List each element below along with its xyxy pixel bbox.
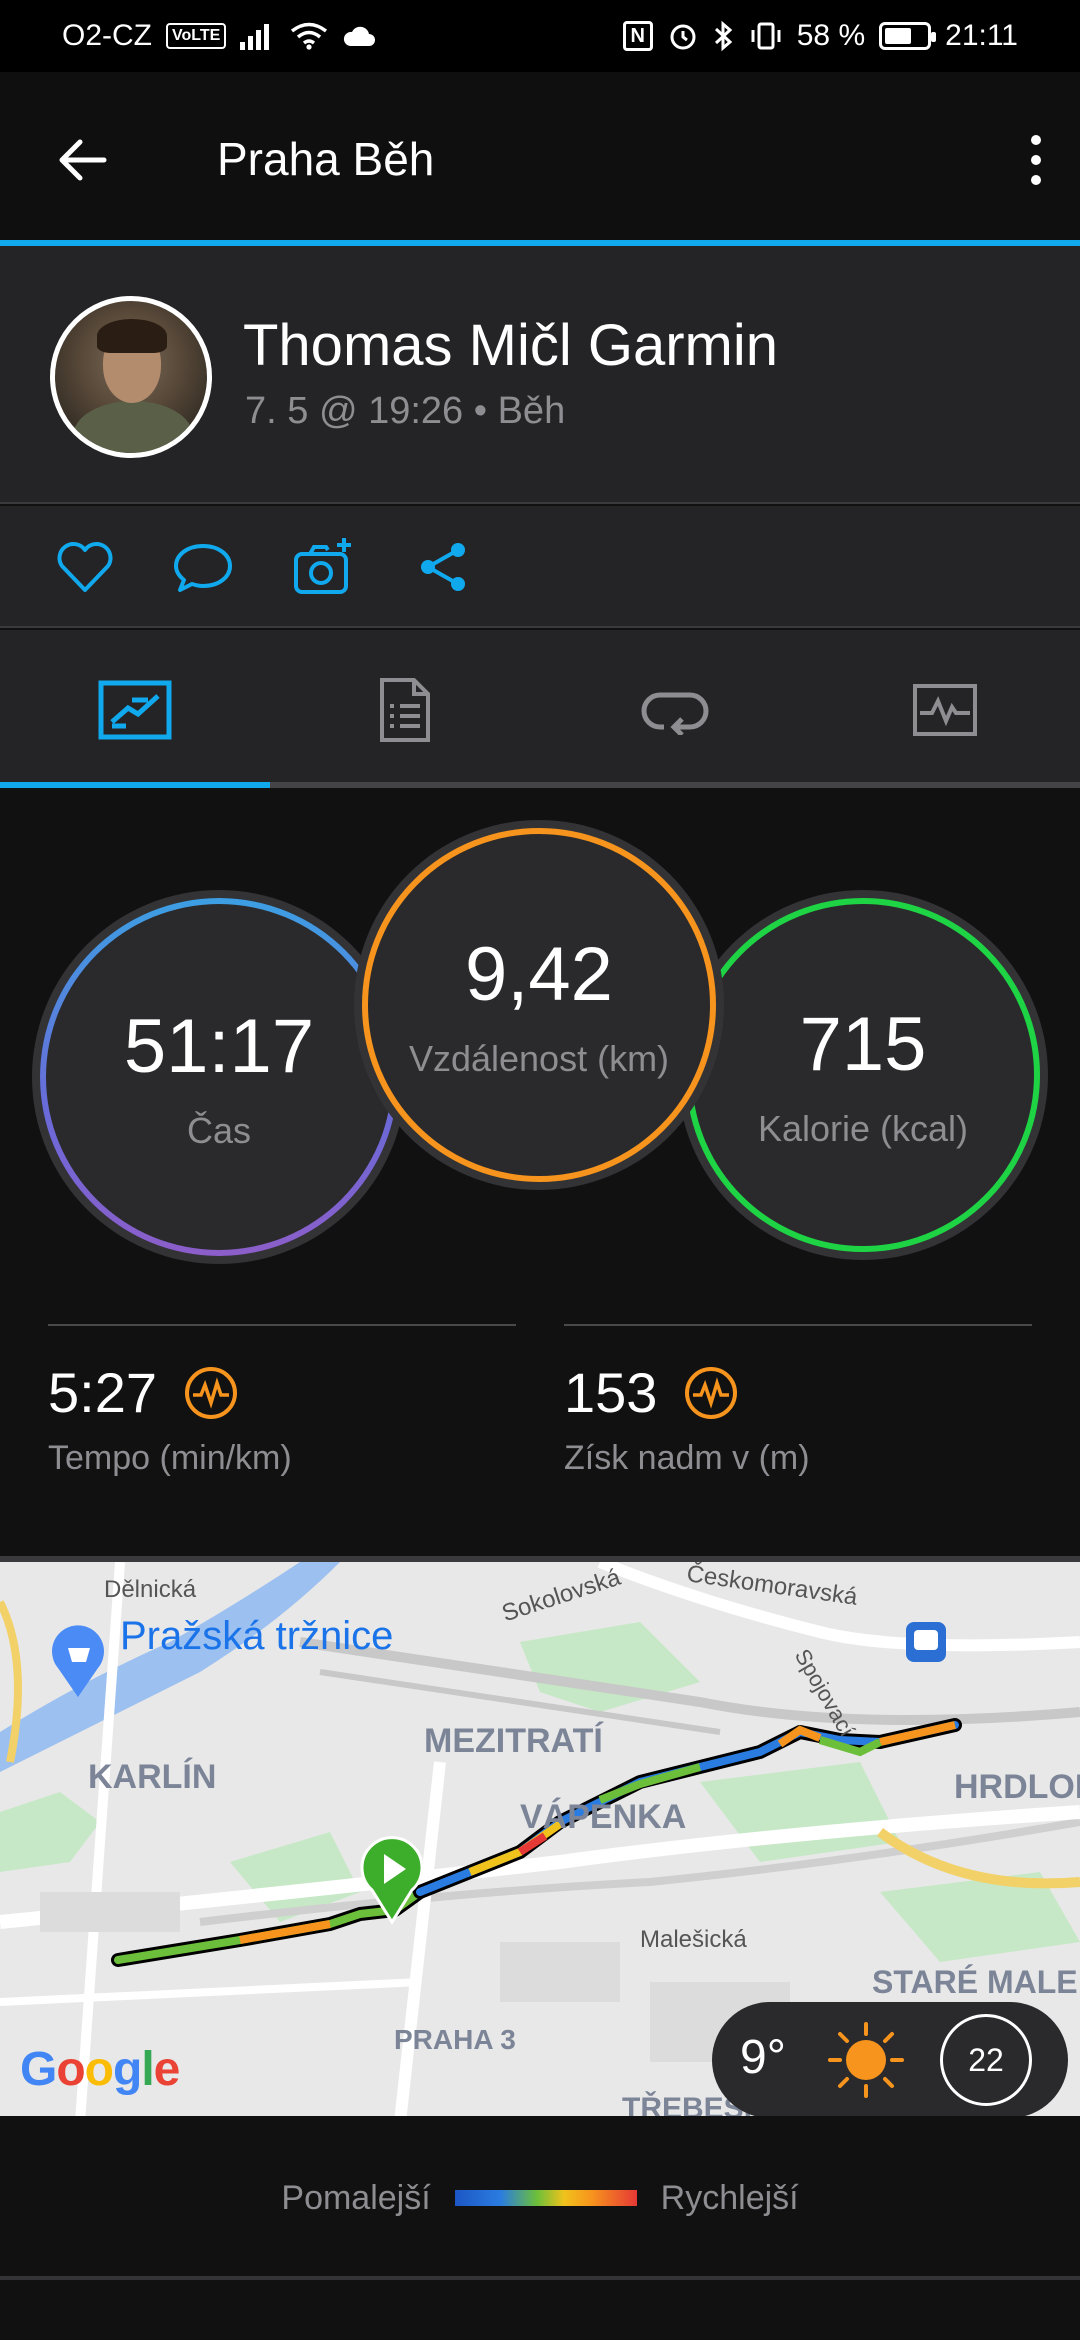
weather-widget[interactable]: 9° 22 [712,2002,1068,2116]
status-left: O2-CZ VoLTE [62,19,376,53]
back-arrow-icon[interactable] [52,130,112,190]
sun-icon [828,2022,904,2098]
map-label-malesicka: Malešická [640,1926,747,1953]
tab-details[interactable] [270,630,540,790]
action-row [0,506,1080,628]
activity-meta: 7. 5 @ 19:26 • Běh [245,390,566,432]
elevation-metric: 153 Získ nadm v (m) [564,1360,810,1478]
stats-section: 51:17 Čas 9,42 Vzdálenost (km) 715 Kalor… [0,788,1080,1556]
more-options-icon[interactable] [1016,124,1056,196]
volte-badge: VoLTE [166,23,227,49]
like-icon[interactable] [54,536,116,598]
legend-faster: Rychlejší [660,2178,799,2217]
google-logo: Google [20,2043,180,2096]
activity-header: Thomas Mičl Garmin 7. 5 @ 19:26 • Běh [0,246,1080,504]
map-label-karlin: KARLÍN [88,1758,217,1796]
pulse-badge-icon[interactable] [683,1365,739,1421]
bottom-divider [0,2276,1080,2280]
distance-value: 9,42 [465,931,613,1017]
bluetooth-icon [714,20,733,52]
share-icon[interactable] [412,536,474,598]
calories-value: 715 [799,1001,927,1087]
pace-gradient-scale [454,2190,637,2206]
wind-indicator: 22 [940,2014,1032,2106]
tab-overview[interactable] [0,630,270,790]
cloud-icon [344,26,376,46]
elevation-label: Získ nadm v (m) [564,1439,810,1477]
signal-icon [240,24,270,50]
avatar[interactable] [50,296,212,458]
vibrate-icon [751,22,781,50]
wifi-icon [291,22,328,50]
add-photo-icon[interactable] [292,536,354,598]
battery-icon [879,22,937,50]
pace-label: Tempo (min/km) [48,1439,292,1477]
document-icon [380,678,430,742]
elevation-value: 153 [564,1361,658,1424]
wind-speed: 22 [968,2041,1004,2078]
pace-metric: 5:27 Tempo (min/km) [48,1360,292,1478]
legend-slower: Pomalejší [281,2178,431,2217]
user-name[interactable]: Thomas Mičl Garmin [243,312,778,379]
distance-ring: 9,42 Vzdálenost (km) [362,828,716,1182]
page-title: Praha Běh [217,133,435,185]
calories-ring: 715 Kalorie (kcal) [686,898,1040,1252]
map-label-mezitrati: MEZITRATÍ [424,1722,603,1760]
chart-icon [913,684,977,736]
status-right: N 58 % 21:11 [622,19,1018,53]
pace-value: 5:27 [48,1361,157,1424]
distance-label: Vzdálenost (km) [408,1037,670,1079]
overview-icon [98,680,172,740]
battery-percent: 58 % [796,19,866,52]
carrier-name: O2-CZ [62,19,152,52]
divider [564,1324,1032,1326]
temperature: 9° [740,2031,786,2084]
map-label-stare-male: STARÉ MALE [872,1964,1078,2000]
app-bar: Praha Běh [0,72,1080,242]
tab-bar [0,630,1080,790]
nfc-icon: N [622,21,653,51]
time-ring: 51:17 Čas [40,898,398,1256]
divider [48,1324,516,1326]
pulse-badge-icon[interactable] [183,1365,239,1421]
status-bar: O2-CZ VoLTE N 58 % 21:11 [0,0,1080,72]
time-label: Čas [186,1109,252,1151]
loop-icon [641,692,709,735]
pace-legend: Pomalejší Rychlejší [0,2116,1080,2280]
alarm-icon [670,24,696,50]
tab-laps[interactable] [540,630,810,790]
map-label-delnicka: Dělnická [104,1576,197,1603]
map-label-prazska-trznice[interactable]: Pražská tržnice [120,1614,393,1659]
calories-label: Kalorie (kcal) [757,1107,969,1149]
map-label-hrdlorezy: HRDLOŘ [954,1768,1080,1806]
map-label-vapenka: VÁPENKA [520,1798,687,1836]
time-value: 51:17 [123,1003,315,1089]
clock: 21:11 [945,19,1018,52]
route-map[interactable]: Dělnická Pražská tržnice Sokolovská Česk… [0,1556,1080,2116]
map-label-praha3: PRAHA 3 [394,2024,516,2055]
comment-icon[interactable] [172,536,234,598]
tab-charts[interactable] [810,630,1080,790]
